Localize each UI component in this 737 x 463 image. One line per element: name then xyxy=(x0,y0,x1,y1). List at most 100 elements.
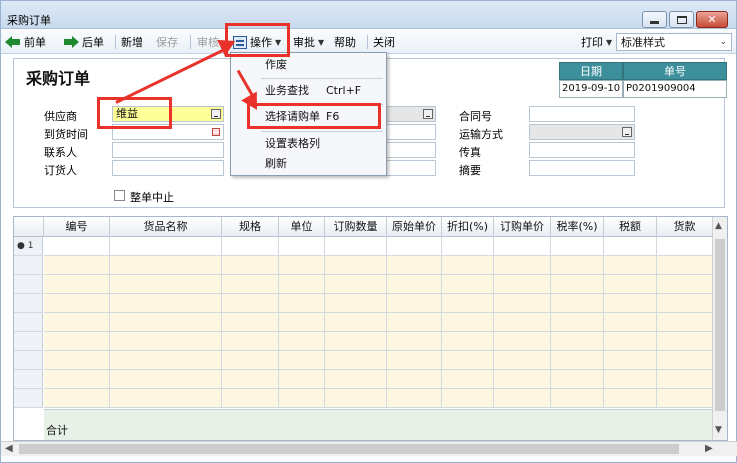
grid-cell[interactable] xyxy=(279,237,325,256)
grid-cell[interactable] xyxy=(551,294,604,313)
print-style-select[interactable]: 标准样式 ⌄ xyxy=(616,33,732,51)
grid-cell[interactable] xyxy=(442,294,494,313)
grid-cell[interactable] xyxy=(551,275,604,294)
grid-cell[interactable] xyxy=(279,389,325,408)
grid-cell[interactable] xyxy=(222,370,279,389)
grid-cell[interactable] xyxy=(387,370,442,389)
approve-menu-button[interactable]: 审批 ▼ xyxy=(293,33,324,51)
column-header[interactable]: 原始单价 xyxy=(387,217,442,237)
grid-cell[interactable] xyxy=(657,256,713,275)
grid-cell[interactable] xyxy=(110,351,222,370)
grid-cell[interactable] xyxy=(44,370,110,389)
column-header[interactable]: 订购数量 xyxy=(325,217,387,237)
row-marker[interactable]: ● 1 xyxy=(14,237,43,256)
menu-item-void[interactable]: 作废 xyxy=(231,55,386,75)
middle-lookup-field[interactable] xyxy=(386,106,436,122)
grid-cell[interactable] xyxy=(279,256,325,275)
row-header[interactable] xyxy=(14,294,43,313)
grid-cell[interactable] xyxy=(604,275,657,294)
grid-cell[interactable] xyxy=(110,294,222,313)
middle-field-2[interactable] xyxy=(386,124,436,140)
grid-cell[interactable] xyxy=(110,237,222,256)
print-menu-button[interactable]: 打印 ▼ xyxy=(581,33,612,51)
grid-cell[interactable] xyxy=(604,256,657,275)
grid-cell[interactable] xyxy=(657,237,713,256)
grid-cell[interactable] xyxy=(44,313,110,332)
grid-cell[interactable] xyxy=(325,313,387,332)
grid-cell[interactable] xyxy=(279,351,325,370)
grid-cell[interactable] xyxy=(279,294,325,313)
grid-cell[interactable] xyxy=(442,370,494,389)
row-header[interactable] xyxy=(14,332,43,351)
column-header[interactable]: 货款 xyxy=(657,217,713,237)
grid-cell[interactable] xyxy=(551,256,604,275)
grid-cell[interactable] xyxy=(110,332,222,351)
grid-cell[interactable] xyxy=(442,275,494,294)
summary-field[interactable] xyxy=(529,160,635,176)
middle-field-4[interactable] xyxy=(386,160,436,176)
grid-cell[interactable] xyxy=(551,237,604,256)
grid-cell[interactable] xyxy=(222,389,279,408)
grid-cell[interactable] xyxy=(442,256,494,275)
grid-cell[interactable] xyxy=(657,332,713,351)
grid-cell[interactable] xyxy=(604,237,657,256)
grid-cell[interactable] xyxy=(494,256,551,275)
minimize-button[interactable] xyxy=(642,11,667,28)
grid-cell[interactable] xyxy=(494,237,551,256)
column-header[interactable]: 税率(%) xyxy=(551,217,604,237)
grid-cell[interactable] xyxy=(222,256,279,275)
calendar-icon[interactable] xyxy=(212,128,220,136)
help-button[interactable]: 帮助 xyxy=(334,33,356,51)
grid-cell[interactable] xyxy=(551,332,604,351)
grid-cell[interactable] xyxy=(325,237,387,256)
scroll-left-icon[interactable]: ◀ xyxy=(5,443,13,454)
grid-cell[interactable] xyxy=(657,389,713,408)
scroll-thumb[interactable] xyxy=(715,239,725,411)
grid-cell[interactable] xyxy=(387,237,442,256)
grid-cell[interactable] xyxy=(387,294,442,313)
grid-cell[interactable] xyxy=(222,294,279,313)
grid-cell[interactable] xyxy=(222,275,279,294)
column-header[interactable]: 单位 xyxy=(279,217,325,237)
grid-cell[interactable] xyxy=(551,313,604,332)
grid-cell[interactable] xyxy=(387,256,442,275)
stop-whole-checkbox[interactable] xyxy=(114,190,125,201)
grid-cell[interactable] xyxy=(387,389,442,408)
grid-cell[interactable] xyxy=(279,370,325,389)
grid-cell[interactable] xyxy=(110,370,222,389)
grid-cell[interactable] xyxy=(604,389,657,408)
grid-cell[interactable] xyxy=(44,332,110,351)
shipping-field[interactable] xyxy=(529,124,635,140)
horizontal-scrollbar[interactable]: ◀ ▶ xyxy=(1,441,737,456)
grid-cell[interactable] xyxy=(222,351,279,370)
grid-cell[interactable] xyxy=(387,351,442,370)
grid-cell[interactable] xyxy=(44,275,110,294)
column-header[interactable]: 订购单价 xyxy=(494,217,551,237)
grid-cell[interactable] xyxy=(604,370,657,389)
grid-cell[interactable] xyxy=(279,313,325,332)
grid-cell[interactable] xyxy=(325,332,387,351)
column-header[interactable]: 税额 xyxy=(604,217,657,237)
grid-cell[interactable] xyxy=(44,256,110,275)
grid-cell[interactable] xyxy=(657,351,713,370)
grid-cell[interactable] xyxy=(279,275,325,294)
new-button[interactable]: 新增 xyxy=(121,33,143,51)
scroll-right-icon[interactable]: ▶ xyxy=(705,443,713,454)
scroll-up-icon[interactable]: ▲ xyxy=(715,221,722,231)
grid-cell[interactable] xyxy=(604,294,657,313)
row-header[interactable] xyxy=(14,256,43,275)
audit-button[interactable]: 审核 xyxy=(197,33,219,51)
grid-cell[interactable] xyxy=(387,332,442,351)
grid-cell[interactable] xyxy=(222,313,279,332)
grid-cell[interactable] xyxy=(657,370,713,389)
grid-cell[interactable] xyxy=(657,313,713,332)
grid-cell[interactable] xyxy=(494,389,551,408)
column-header[interactable]: 货品名称 xyxy=(110,217,222,237)
grid-cell[interactable] xyxy=(44,294,110,313)
close-window-button[interactable]: ✕ xyxy=(696,11,728,28)
menu-item-set-columns[interactable]: 设置表格列 xyxy=(231,134,386,154)
grid-cell[interactable] xyxy=(551,389,604,408)
grid-cell[interactable] xyxy=(325,370,387,389)
grid-cell[interactable] xyxy=(44,389,110,408)
row-header[interactable] xyxy=(14,389,43,408)
